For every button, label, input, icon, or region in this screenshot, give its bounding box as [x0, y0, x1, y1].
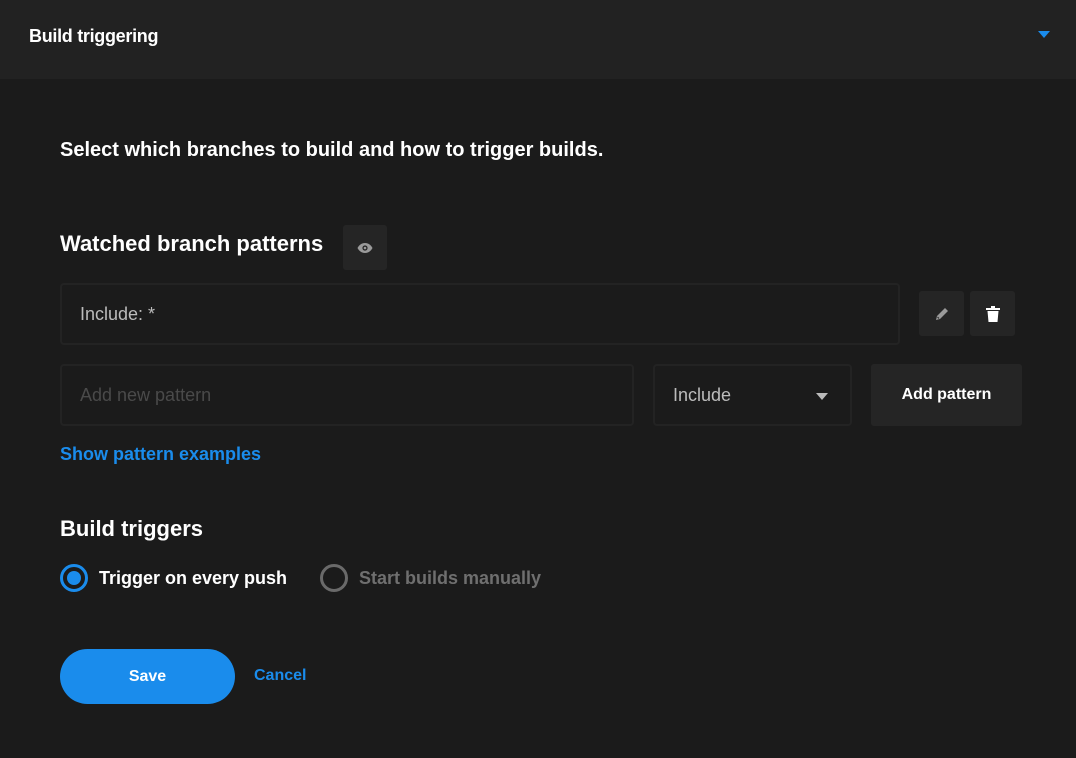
radio-label: Trigger on every push [99, 567, 288, 588]
add-pattern-button[interactable]: Add pattern [871, 364, 1022, 426]
pattern-text: Include: * [80, 304, 156, 324]
trash-icon [985, 305, 1000, 322]
radio-trigger-on-push[interactable]: Trigger on every push [60, 564, 287, 592]
pattern-type-select[interactable]: Include [653, 364, 852, 426]
section-header[interactable]: Build triggering [0, 0, 1076, 79]
caret-down-icon [816, 393, 828, 400]
section-description: Select which branches to build and how t… [60, 139, 604, 161]
eye-icon [357, 242, 373, 253]
build-triggers-heading: Build triggers [60, 516, 204, 541]
watched-branch-patterns-heading: Watched branch patterns [60, 231, 324, 256]
radio-label: Start builds manually [359, 567, 542, 588]
pattern-item: Include: * [60, 283, 900, 345]
radio-start-manually[interactable]: Start builds manually [320, 564, 541, 592]
show-pattern-examples-link[interactable]: Show pattern examples [60, 444, 261, 465]
save-button[interactable]: Save [60, 649, 235, 704]
radio-unselected-icon[interactable] [320, 564, 348, 592]
pencil-icon [935, 307, 948, 320]
section-title: Build triggering [29, 26, 159, 46]
caret-down-icon[interactable] [1038, 31, 1050, 38]
new-pattern-input[interactable] [60, 364, 634, 426]
edit-pattern-button[interactable] [919, 291, 964, 336]
delete-pattern-button[interactable] [970, 291, 1015, 336]
radio-selected-icon[interactable] [60, 564, 88, 592]
toggle-visibility-button[interactable] [343, 225, 387, 270]
cancel-link[interactable]: Cancel [254, 667, 306, 685]
pattern-type-value: Include [673, 385, 732, 405]
